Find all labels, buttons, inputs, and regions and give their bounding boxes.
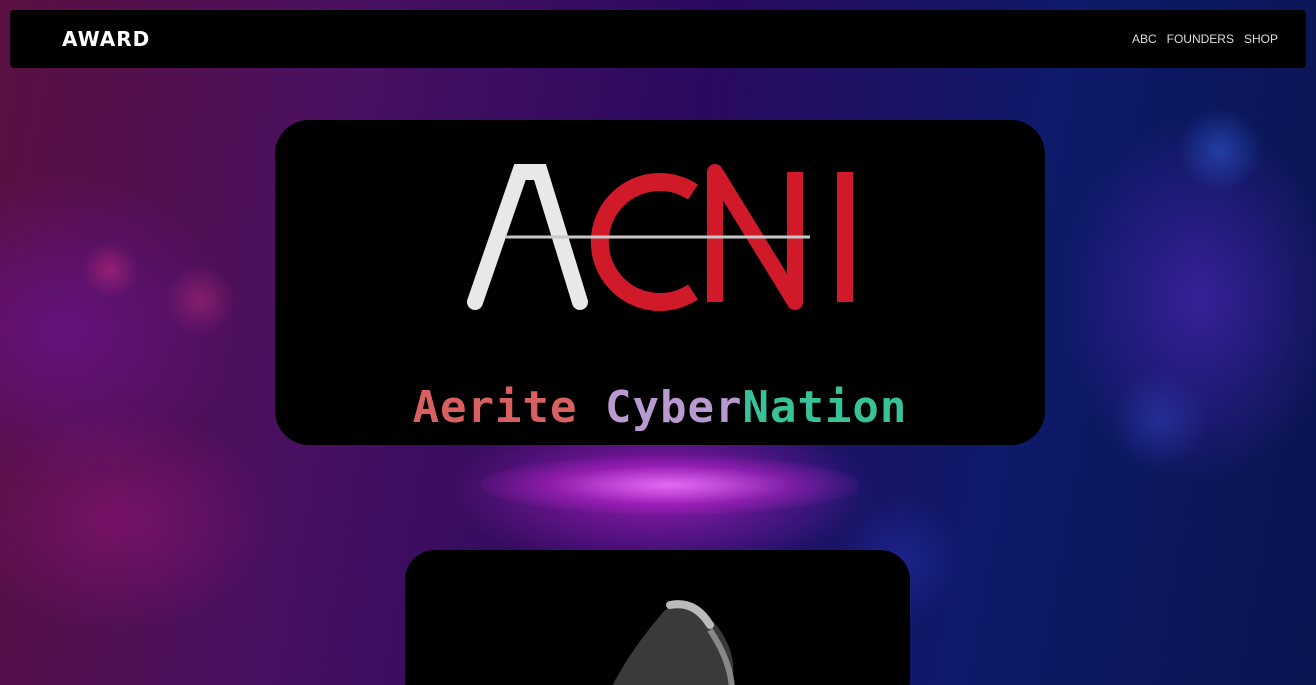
title-part-cyber: Cyber (605, 382, 743, 433)
hero-title: Aerite CyberNation (275, 382, 1045, 433)
nav-link-shop[interactable]: SHOP (1244, 32, 1278, 46)
sub-card (405, 550, 910, 685)
nav-link-abc[interactable]: ABC (1132, 32, 1157, 46)
acn-logo-icon (467, 164, 853, 311)
figure-image (612, 600, 735, 685)
glow-decoration (480, 455, 860, 515)
title-part-aerite: Aerite (412, 382, 578, 433)
nav-links: ABC FOUNDERS SHOP (1132, 32, 1278, 46)
nav-logo[interactable]: AWARD (62, 27, 150, 51)
nav-link-founders[interactable]: FOUNDERS (1167, 32, 1234, 46)
top-navbar: AWARD ABC FOUNDERS SHOP (10, 10, 1306, 68)
title-part-nation: Nation (742, 382, 908, 433)
hero-card: Aerite CyberNation (275, 120, 1045, 445)
